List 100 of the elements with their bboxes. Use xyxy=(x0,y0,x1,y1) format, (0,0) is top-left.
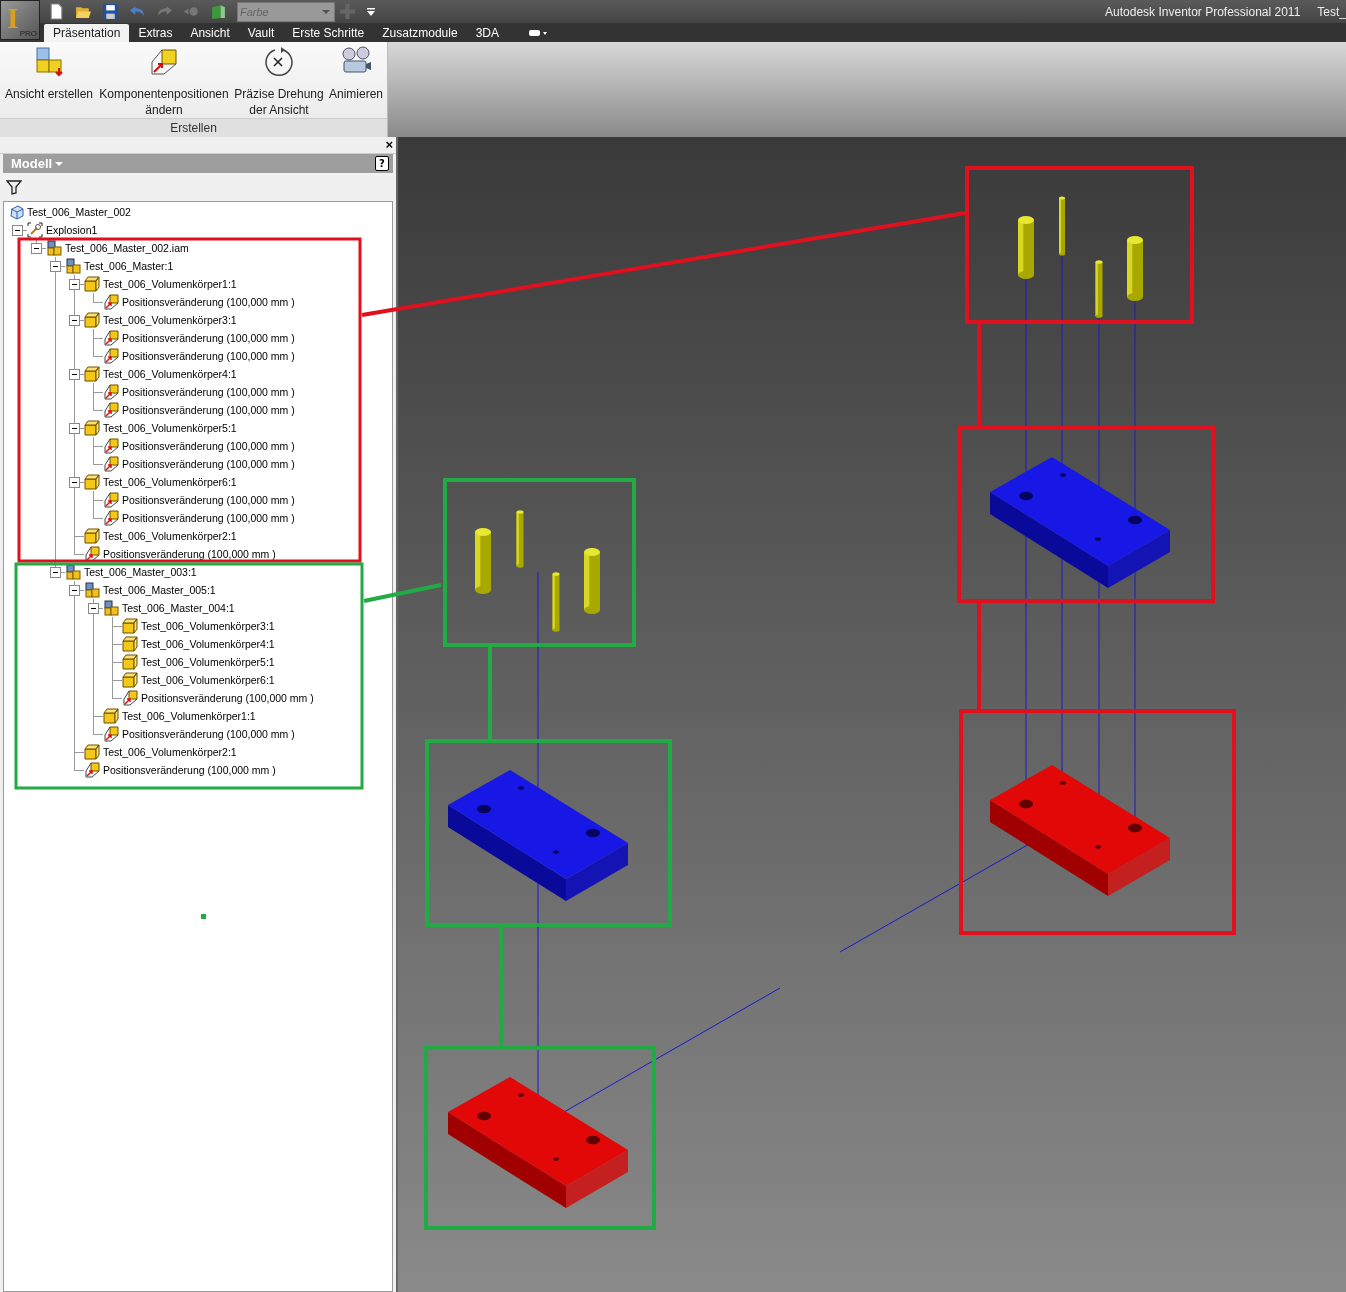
new-file-icon[interactable] xyxy=(48,3,65,20)
tree-item[interactable]: Positionsveränderung (100,000 mm ) xyxy=(122,405,295,415)
tree-item[interactable]: Test_006_Volumenkörper5:1 xyxy=(141,657,275,667)
part-icon xyxy=(84,744,100,760)
tree-item[interactable]: Test_006_Volumenkörper1:1 xyxy=(122,711,256,721)
part-icon xyxy=(103,708,119,724)
expand-toggle[interactable] xyxy=(69,423,80,434)
close-button[interactable]: × xyxy=(382,139,396,151)
save-icon[interactable] xyxy=(102,3,119,20)
tree-item[interactable]: Test_006_Volumenkörper4:1 xyxy=(141,639,275,649)
assembly-icon xyxy=(65,258,81,274)
cube-arrow-icon xyxy=(103,402,119,418)
ribbon-tab[interactable]: Erste Schritte xyxy=(283,24,374,42)
expand-toggle[interactable] xyxy=(69,315,80,326)
customize-arrow-icon[interactable] xyxy=(366,6,376,17)
panel-toggle-icon[interactable] xyxy=(528,28,548,38)
tree-item[interactable]: Test_006_Volumenkörper3:1 xyxy=(141,621,275,631)
ribbon-tab[interactable]: Vault xyxy=(238,24,284,42)
part-icon xyxy=(122,618,138,634)
rotate-icon xyxy=(263,46,295,78)
cube-arrow-icon xyxy=(122,690,138,706)
exploded-view-icon xyxy=(27,222,43,238)
filter-icon[interactable] xyxy=(6,179,22,195)
expand-toggle[interactable] xyxy=(69,279,80,290)
cube-arrow-icon xyxy=(103,330,119,346)
tree-item[interactable]: Test_006_Volumenkörper3:1 xyxy=(103,315,237,325)
cube-arrow-icon xyxy=(103,456,119,472)
tree-item[interactable]: Test_006_Volumenkörper6:1 xyxy=(141,675,275,685)
assembly-icon xyxy=(65,564,81,580)
cube-arrow-icon xyxy=(84,546,100,562)
cube-arrow-icon xyxy=(103,726,119,742)
tree-item[interactable]: Test_006_Volumenkörper5:1 xyxy=(103,423,237,433)
cube-arrow-icon xyxy=(103,492,119,508)
tree-item[interactable]: Positionsveränderung (100,000 mm ) xyxy=(122,459,295,469)
tree-item[interactable]: Test_006_Master_003:1 xyxy=(84,567,197,577)
ribbon-button[interactable]: Ansicht erstellen xyxy=(3,46,95,118)
part-icon xyxy=(84,474,100,490)
tree-item[interactable]: Positionsveränderung (100,000 mm ) xyxy=(122,387,295,397)
help-button[interactable]: ? xyxy=(375,156,389,171)
ribbon-button[interactable]: Präzise Drehung der Ansicht xyxy=(233,46,325,118)
part-icon xyxy=(122,672,138,688)
part-icon xyxy=(84,366,100,382)
tree-item[interactable]: Test_006_Volumenkörper2:1 xyxy=(103,747,237,757)
part-icon xyxy=(122,636,138,652)
tree-item[interactable]: Positionsveränderung (100,000 mm ) xyxy=(122,297,295,307)
expand-toggle[interactable] xyxy=(50,261,61,272)
window-title: Autodesk Inventor Professional 2011 xyxy=(1105,4,1301,19)
cube-arrow-icon xyxy=(103,348,119,364)
ribbon-button[interactable]: Animieren xyxy=(327,46,385,118)
expand-toggle[interactable] xyxy=(69,585,80,596)
tree-item[interactable]: Test_006_Master_002.iam xyxy=(65,243,189,253)
logo-letter: I xyxy=(7,1,19,35)
expand-toggle[interactable] xyxy=(31,243,42,254)
tree-item[interactable]: Positionsveränderung (100,000 mm ) xyxy=(103,765,276,775)
assembly-icon xyxy=(103,600,119,616)
part-icon xyxy=(84,420,100,436)
expand-toggle[interactable] xyxy=(88,603,99,614)
tree-item[interactable]: Positionsveränderung (100,000 mm ) xyxy=(122,441,295,451)
tree-item[interactable]: Positionsveränderung (100,000 mm ) xyxy=(122,495,295,505)
document-title: Test_ xyxy=(1317,4,1346,19)
tree-item[interactable]: Test_006_Master_002 xyxy=(27,207,131,217)
tree-item[interactable]: Test_006_Volumenkörper1:1 xyxy=(103,279,237,289)
ribbon-tab[interactable]: Präsentation xyxy=(44,24,130,42)
tree-item[interactable]: Test_006_Volumenkörper6:1 xyxy=(103,477,237,487)
part-icon xyxy=(84,528,100,544)
part-icon xyxy=(84,276,100,292)
ribbon-tab[interactable]: Zusatzmodule xyxy=(373,24,467,42)
tree-item[interactable]: Test_006_Master:1 xyxy=(84,261,174,271)
tree-item[interactable]: Test_006_Volumenkörper4:1 xyxy=(103,369,237,379)
stacked-cubes-icon xyxy=(33,46,65,78)
cube-arrow-icon xyxy=(103,294,119,310)
tree-item[interactable]: Test_006_Master_005:1 xyxy=(103,585,216,595)
ribbon-button[interactable]: Komponentenpositionen ändern xyxy=(97,46,231,118)
panel-title: Erstellen xyxy=(0,118,387,137)
tree-item[interactable]: Positionsveränderung (100,000 mm ) xyxy=(122,729,295,739)
expand-toggle[interactable] xyxy=(50,567,61,578)
ribbon-tab[interactable]: 3DA xyxy=(466,24,508,42)
expand-toggle[interactable] xyxy=(69,477,80,488)
part-icon xyxy=(84,312,100,328)
tree-item[interactable]: Positionsveränderung (100,000 mm ) xyxy=(122,513,295,523)
tree-item[interactable]: Test_006_Master_004:1 xyxy=(122,603,235,613)
tree-item[interactable]: Positionsveränderung (100,000 mm ) xyxy=(141,693,314,703)
ribbon-tab[interactable]: Ansicht xyxy=(181,24,239,42)
cube-arrow-icon xyxy=(84,762,100,778)
tree-item[interactable]: Explosion1 xyxy=(46,225,98,235)
cube-arrow-icon xyxy=(148,46,180,78)
assembly-icon xyxy=(84,582,100,598)
cube-icon[interactable] xyxy=(210,3,227,20)
tree-item[interactable]: Positionsveränderung (100,000 mm ) xyxy=(122,351,295,361)
expand-toggle[interactable] xyxy=(69,369,80,380)
tree-item[interactable]: Positionsveränderung (100,000 mm ) xyxy=(122,333,295,343)
tree-item[interactable]: Test_006_Volumenkörper2:1 xyxy=(103,531,237,541)
ribbon-tab[interactable]: Extras xyxy=(129,24,182,42)
part-icon xyxy=(122,654,138,670)
assembly-icon xyxy=(46,240,62,256)
expand-toggle[interactable] xyxy=(12,225,23,236)
wireframe-cube-icon xyxy=(8,204,24,220)
cube-arrow-icon xyxy=(103,438,119,454)
tree-item[interactable]: Positionsveränderung (100,000 mm ) xyxy=(103,549,276,559)
cube-arrow-icon xyxy=(103,510,119,526)
